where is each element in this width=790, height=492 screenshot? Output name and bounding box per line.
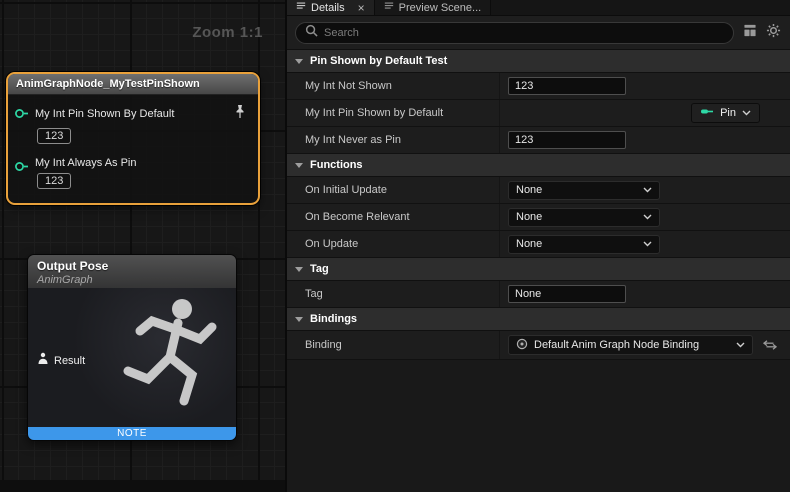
property-row: My Int Pin Shown by Default Pin bbox=[287, 100, 790, 127]
pin-value-input[interactable]: 123 bbox=[37, 128, 71, 144]
tab-details[interactable]: Details × bbox=[287, 0, 375, 15]
int-pin-icon[interactable] bbox=[14, 106, 30, 124]
result-pin-label: Result bbox=[54, 355, 85, 367]
chevron-down-icon bbox=[295, 317, 303, 322]
pin-visibility-dropdown[interactable]: Pin bbox=[691, 103, 760, 123]
property-label: On Initial Update bbox=[287, 177, 499, 203]
section-header-pin-shown-by-default-test[interactable]: Pin Shown by Default Test bbox=[287, 50, 790, 73]
tab-label: Details bbox=[311, 2, 345, 14]
search-box[interactable] bbox=[295, 22, 734, 44]
on-become-relevant-dropdown[interactable]: None bbox=[508, 208, 660, 227]
property-label: Binding bbox=[287, 331, 499, 359]
pin-row: My Int Pin Shown By Default 123 bbox=[12, 104, 250, 144]
output-node-title: Output Pose bbox=[37, 259, 227, 273]
search-icon bbox=[305, 24, 318, 42]
details-panel: Details × Preview Scene... bbox=[285, 0, 790, 492]
unreal-editor-window: Zoom 1:1 AnimGraphNode_MyTestPinShown My… bbox=[0, 0, 790, 492]
result-pin[interactable]: Result bbox=[37, 352, 85, 370]
tag-input[interactable]: None bbox=[508, 285, 626, 303]
property-row: My Int Not Shown 123 bbox=[287, 73, 790, 100]
property-row: My Int Never as Pin 123 bbox=[287, 127, 790, 154]
pose-pin-icon bbox=[37, 352, 49, 370]
chevron-down-icon bbox=[295, 267, 303, 272]
note-badge: NOTE bbox=[28, 427, 236, 440]
property-label: My Int Not Shown bbox=[287, 73, 499, 99]
section-header-bindings[interactable]: Bindings bbox=[287, 308, 790, 331]
on-update-dropdown[interactable]: None bbox=[508, 235, 660, 254]
graph-canvas[interactable]: Zoom 1:1 AnimGraphNode_MyTestPinShown My… bbox=[0, 0, 285, 492]
pin-label: My Int Always As Pin bbox=[35, 157, 136, 169]
chevron-down-icon bbox=[643, 187, 652, 193]
output-pose-node[interactable]: Output Pose AnimGraph bbox=[27, 254, 237, 441]
output-node-header: Output Pose AnimGraph bbox=[28, 255, 236, 288]
tab-label: Preview Scene... bbox=[399, 2, 482, 14]
tab-bar: Details × Preview Scene... bbox=[287, 0, 790, 16]
my-int-never-as-pin-input[interactable]: 123 bbox=[508, 131, 626, 149]
section-header-functions[interactable]: Functions bbox=[287, 154, 790, 177]
property-label: My Int Pin Shown by Default bbox=[287, 100, 499, 126]
int-pin-icon[interactable] bbox=[14, 159, 30, 177]
chevron-down-icon bbox=[643, 214, 652, 220]
pin-row: My Int Always As Pin 123 bbox=[12, 157, 250, 189]
binding-dropdown[interactable]: Default Anim Graph Node Binding bbox=[508, 335, 753, 355]
property-label: On Become Relevant bbox=[287, 204, 499, 230]
pin-icon bbox=[700, 107, 714, 119]
chevron-down-icon bbox=[295, 59, 303, 64]
chevron-down-icon bbox=[736, 342, 745, 348]
property-row: On Initial Update None bbox=[287, 177, 790, 204]
property-label: My Int Never as Pin bbox=[287, 127, 499, 153]
section-header-tag[interactable]: Tag bbox=[287, 258, 790, 281]
bind-arrows-icon[interactable] bbox=[763, 340, 777, 350]
graph-bottom-strip bbox=[0, 480, 285, 492]
preview-tab-icon bbox=[384, 1, 394, 14]
chevron-down-icon bbox=[643, 241, 652, 247]
chevron-down-icon bbox=[742, 110, 751, 116]
pin-value-input[interactable]: 123 bbox=[37, 173, 71, 189]
zoom-level: Zoom 1:1 bbox=[192, 24, 263, 41]
my-int-not-shown-input[interactable]: 123 bbox=[508, 77, 626, 95]
property-row: Tag None bbox=[287, 281, 790, 308]
pin-label: My Int Pin Shown By Default bbox=[35, 108, 174, 120]
details-toolbar bbox=[287, 16, 790, 50]
details-tab-icon bbox=[296, 1, 306, 14]
tab-preview-scene[interactable]: Preview Scene... bbox=[375, 0, 492, 15]
property-row: Binding Default Anim Graph Node Binding bbox=[287, 331, 790, 360]
property-label: Tag bbox=[287, 281, 499, 307]
property-list: Pin Shown by Default Test My Int Not Sho… bbox=[287, 50, 790, 492]
output-node-subtitle: AnimGraph bbox=[37, 274, 227, 286]
property-row: On Become Relevant None bbox=[287, 204, 790, 231]
binding-class-icon bbox=[516, 338, 528, 353]
property-row: On Update None bbox=[287, 231, 790, 258]
node-title[interactable]: AnimGraphNode_MyTestPinShown bbox=[8, 74, 258, 95]
search-input[interactable] bbox=[324, 27, 724, 39]
on-initial-update-dropdown[interactable]: None bbox=[508, 181, 660, 200]
mannequin-image bbox=[120, 295, 230, 428]
property-label: On Update bbox=[287, 231, 499, 257]
chevron-down-icon bbox=[295, 163, 303, 168]
node-body: My Int Pin Shown By Default 123 bbox=[8, 95, 258, 203]
close-icon[interactable]: × bbox=[358, 2, 365, 14]
display-filter-icon[interactable] bbox=[743, 24, 757, 42]
gear-icon[interactable] bbox=[766, 23, 781, 43]
pushpin-icon[interactable] bbox=[234, 104, 246, 124]
anim-graph-node[interactable]: AnimGraphNode_MyTestPinShown My Int Pin … bbox=[6, 72, 260, 205]
